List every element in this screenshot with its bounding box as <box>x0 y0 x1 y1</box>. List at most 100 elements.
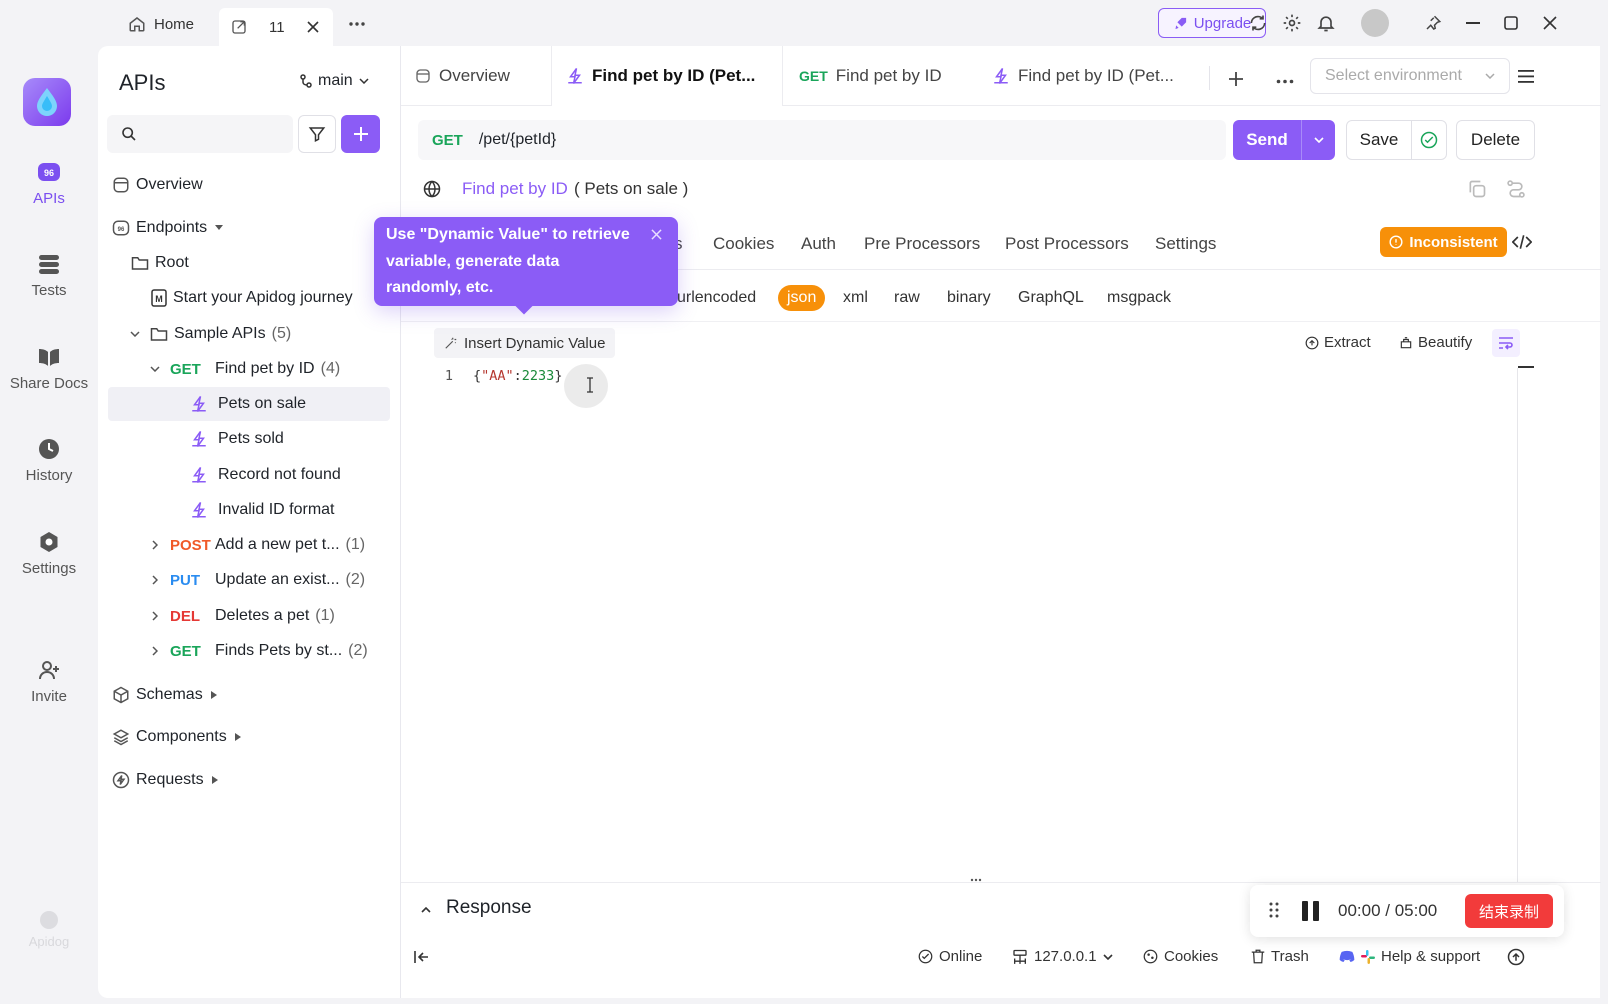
body-type-xml[interactable]: xml <box>843 285 868 311</box>
scroll-top-icon[interactable] <box>1507 948 1525 966</box>
globe-icon <box>423 180 441 198</box>
request-method[interactable]: GET <box>432 132 463 149</box>
sidebar-search[interactable] <box>107 115 293 153</box>
help-support-button[interactable]: Help & support <box>1339 948 1480 965</box>
tree-update-pet[interactable]: PUT Update an exist... (2) <box>108 563 390 597</box>
tab-find-pet[interactable]: GET Find pet by ID <box>799 46 942 106</box>
body-type-raw[interactable]: raw <box>894 285 920 311</box>
check-circle-icon[interactable] <box>1420 131 1438 149</box>
host-selector[interactable]: 127.0.0.1 <box>1012 948 1113 965</box>
tree-sample-apis[interactable]: Sample APIs (5) <box>108 317 390 351</box>
minimize-icon[interactable] <box>1461 11 1485 35</box>
tree-endpoints[interactable]: 96 Endpoints <box>108 211 390 245</box>
body-type-urlencoded[interactable]: urlencoded <box>677 285 756 311</box>
delete-button[interactable]: Delete <box>1456 120 1535 160</box>
tree-overview[interactable]: Overview <box>108 168 390 202</box>
beautify-button[interactable]: Beautify <box>1399 334 1472 351</box>
search-input[interactable] <box>145 125 285 143</box>
save-button[interactable]: Save <box>1346 120 1447 160</box>
body-type-binary[interactable]: binary <box>947 285 991 311</box>
code-icon[interactable] <box>1512 233 1532 251</box>
tree-root[interactable]: Root <box>108 246 390 280</box>
chevron-right-icon <box>152 611 158 621</box>
tree-requests[interactable]: Requests <box>108 763 390 797</box>
menu-icon[interactable] <box>1518 70 1534 83</box>
editor-line[interactable]: 1 {"AA":2233} <box>441 368 563 384</box>
rail-settings[interactable]: Settings <box>0 530 98 577</box>
editor-scroll-track[interactable] <box>1517 368 1518 882</box>
subtab-post-processors[interactable]: Post Processors <box>1005 234 1129 254</box>
rail-history[interactable]: History <box>0 437 98 484</box>
tree-delete-pet[interactable]: DEL Deletes a pet (1) <box>108 599 390 633</box>
response-title[interactable]: Response <box>446 897 532 919</box>
code-content[interactable]: {"AA":2233} <box>473 368 562 384</box>
pin-icon[interactable] <box>1421 11 1445 35</box>
insert-dynamic-value-button[interactable]: Insert Dynamic Value <box>434 328 616 358</box>
rail-invite[interactable]: Invite <box>0 658 98 705</box>
pause-icon[interactable] <box>1301 901 1321 921</box>
tree-start-journey[interactable]: M Start your Apidog journey <box>108 281 390 315</box>
collapse-sidebar-icon[interactable] <box>414 950 430 964</box>
sync-icon[interactable] <box>1246 11 1270 35</box>
tree-find-pet[interactable]: GET Find pet by ID (4) <box>108 352 390 386</box>
tree-schemas[interactable]: Schemas <box>108 678 390 712</box>
tree-add-pet[interactable]: POST Add a new pet t... (1) <box>108 528 390 562</box>
chevron-down-icon[interactable] <box>1302 137 1335 143</box>
subtab-cookies[interactable]: Cookies <box>713 234 774 254</box>
request-path[interactable]: /pet/{petId} <box>479 131 556 149</box>
copy-icon[interactable] <box>1467 179 1487 199</box>
gear-icon[interactable] <box>1280 11 1304 35</box>
body-type-msgpack[interactable]: msgpack <box>1107 285 1171 311</box>
drag-handle-icon[interactable] <box>1269 902 1279 918</box>
online-status[interactable]: Online <box>918 948 982 965</box>
close-tooltip-icon[interactable] <box>651 229 662 240</box>
brand-watermark: Apidog <box>0 908 98 949</box>
inconsistent-badge[interactable]: Inconsistent <box>1380 227 1507 257</box>
more-tabs-icon[interactable] <box>348 8 366 40</box>
rail-tests[interactable]: Tests <box>0 252 98 299</box>
request-name-link[interactable]: Find pet by ID <box>462 179 568 199</box>
maximize-icon[interactable] <box>1499 11 1523 35</box>
send-button[interactable]: Send <box>1233 120 1335 160</box>
close-window-icon[interactable] <box>1538 11 1562 35</box>
tree-label: Pets sold <box>218 430 284 447</box>
subtab-settings[interactable]: Settings <box>1155 234 1216 254</box>
tree-pets-sold[interactable]: Pets sold <box>108 422 390 456</box>
wrap-lines-icon[interactable] <box>1492 329 1520 357</box>
bell-icon[interactable] <box>1314 11 1338 35</box>
chevron-up-icon[interactable] <box>421 907 431 913</box>
tab-overview[interactable]: Overview <box>415 46 510 106</box>
cookies-button[interactable]: Cookies <box>1143 948 1218 965</box>
more-icon[interactable] <box>1276 79 1294 84</box>
environment-select[interactable]: Select environment <box>1310 58 1510 94</box>
route-icon[interactable] <box>1506 179 1526 199</box>
add-button[interactable] <box>341 115 380 153</box>
url-bar[interactable]: GET /pet/{petId} <box>418 120 1226 160</box>
project-tab[interactable]: 11 <box>219 8 333 46</box>
tree-label: Requests <box>136 771 204 788</box>
tree-pets-on-sale[interactable]: Pets on sale <box>108 387 390 421</box>
tab-find-pet-case[interactable]: Find pet by ID (Pet... <box>551 46 783 106</box>
tree-components[interactable]: Components <box>108 720 390 754</box>
tab-label: Overview <box>439 66 510 85</box>
stop-recording-button[interactable]: 结束录制 <box>1465 894 1553 928</box>
body-type-graphql[interactable]: GraphQL <box>1018 285 1084 311</box>
home-tab[interactable]: Home <box>128 8 194 40</box>
new-tab-plus-icon[interactable] <box>1228 71 1244 87</box>
tree-invalid-id[interactable]: Invalid ID format <box>108 493 390 527</box>
rail-share-docs[interactable]: Share Docs <box>0 345 98 392</box>
tree-count: (1) <box>315 607 335 624</box>
branch-selector[interactable]: main <box>300 72 369 90</box>
close-tab-icon[interactable] <box>307 21 319 33</box>
filter-button[interactable] <box>298 115 336 153</box>
avatar[interactable] <box>1361 9 1389 37</box>
subtab-pre-processors[interactable]: Pre Processors <box>864 234 980 254</box>
tab-find-pet-case-2[interactable]: Find pet by ID (Pet... <box>992 46 1174 106</box>
tree-record-not-found[interactable]: Record not found <box>108 458 390 492</box>
subtab-auth[interactable]: Auth <box>801 234 836 254</box>
trash-button[interactable]: Trash <box>1251 948 1309 965</box>
body-type-json[interactable]: json <box>778 285 826 311</box>
rail-apis[interactable]: 96 APIs <box>0 160 98 207</box>
extract-button[interactable]: Extract <box>1305 334 1371 351</box>
tree-find-pets-status[interactable]: GET Finds Pets by st... (2) <box>108 634 390 668</box>
